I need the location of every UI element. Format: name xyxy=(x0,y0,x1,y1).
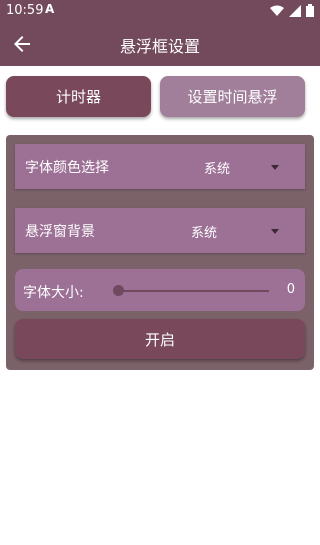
float-time-button[interactable]: 设置时间悬浮 xyxy=(160,76,305,117)
font-color-label: 字体颜色选择 xyxy=(25,160,109,176)
wifi-icon xyxy=(270,5,284,16)
notification-icon: A xyxy=(45,2,55,16)
background-value: 系统 xyxy=(191,226,218,241)
battery-icon xyxy=(306,4,314,17)
font-color-select[interactable]: 字体颜色选择 系统 xyxy=(15,144,305,189)
settings-panel: 字体颜色选择 系统 悬浮窗背景 系统 字体大小: 0 开启 xyxy=(6,135,314,370)
app-bar: 悬浮框设置 xyxy=(0,22,320,66)
font-size-label: 字体大小: xyxy=(23,285,84,301)
font-size-value: 0 xyxy=(286,282,295,297)
dropdown-arrow-icon xyxy=(271,165,279,170)
background-select[interactable]: 悬浮窗背景 系统 xyxy=(15,208,305,253)
background-label: 悬浮窗背景 xyxy=(25,224,95,240)
dropdown-arrow-icon xyxy=(271,229,279,234)
page-title: 悬浮框设置 xyxy=(119,37,200,56)
font-color-value: 系统 xyxy=(204,162,231,177)
font-size-slider-track[interactable] xyxy=(119,290,269,292)
start-button[interactable]: 开启 xyxy=(15,319,305,359)
signal-icon xyxy=(289,4,301,17)
status-bar: 10:59 A xyxy=(0,0,320,22)
status-icons xyxy=(270,4,314,17)
timer-button[interactable]: 计时器 xyxy=(6,76,151,117)
status-time: 10:59 xyxy=(6,3,44,18)
font-size-slider-thumb[interactable] xyxy=(113,285,124,296)
font-size-row: 字体大小: 0 xyxy=(15,269,305,311)
